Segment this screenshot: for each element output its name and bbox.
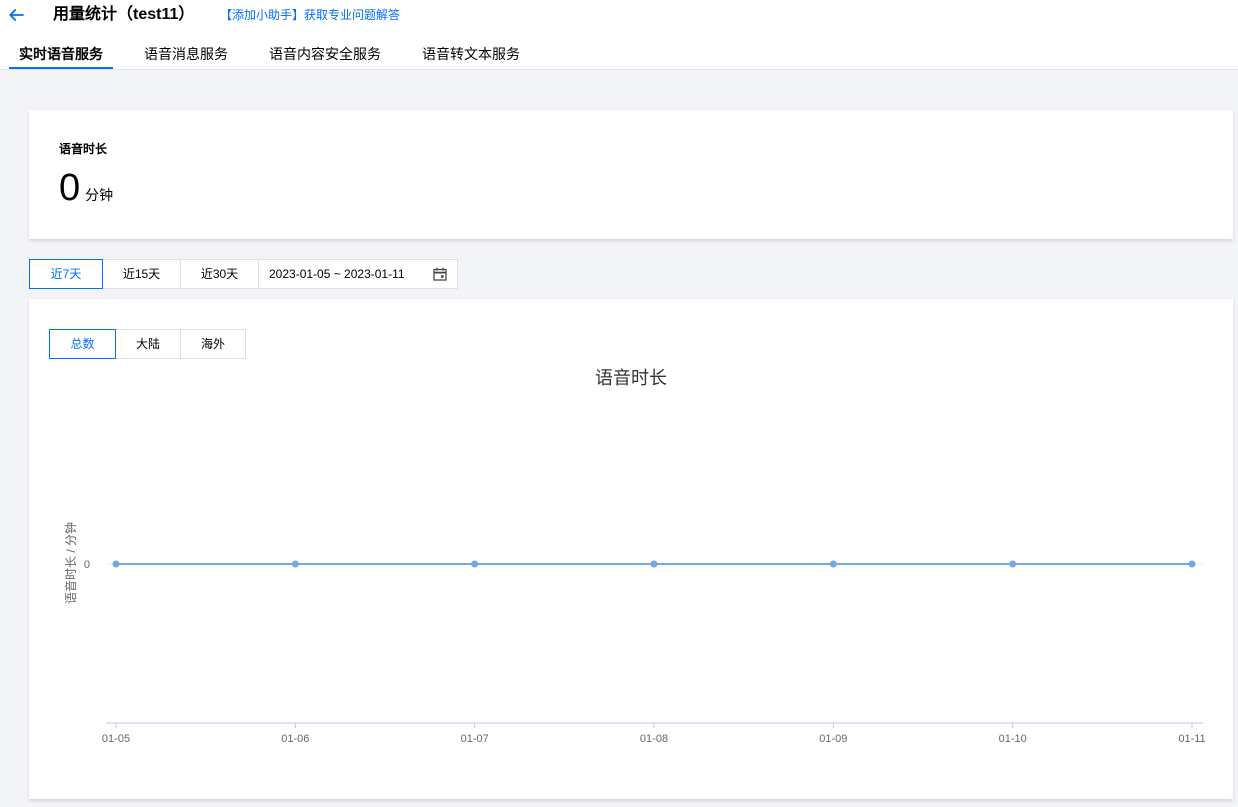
helper-link[interactable]: 【添加小助手】获取专业问题解答	[220, 7, 400, 23]
summary-label: 语音时长	[59, 142, 108, 156]
data-point[interactable]	[112, 560, 120, 568]
calendar-icon	[433, 267, 447, 281]
data-point[interactable]	[1188, 560, 1196, 568]
tab-voice-message[interactable]: 语音消息服务	[134, 41, 238, 69]
summary-value: 0	[59, 167, 81, 209]
summary-card: 语音时长 0 分钟	[29, 110, 1233, 239]
series	[112, 560, 1196, 568]
service-tabs: 实时语音服务 语音消息服务 语音内容安全服务 语音转文本服务	[9, 41, 530, 69]
range-7-days-button[interactable]: 近7天	[29, 259, 103, 289]
tab-speech-to-text[interactable]: 语音转文本服务	[412, 41, 530, 69]
data-point[interactable]	[291, 560, 299, 568]
x-axis-tick-label: 01-06	[281, 733, 309, 745]
region-overseas-button[interactable]: 海外	[180, 329, 246, 359]
y-axis-tick-label: 0	[84, 559, 90, 571]
region-mainland-button[interactable]: 大陆	[115, 329, 181, 359]
back-button[interactable]	[8, 7, 24, 23]
data-point[interactable]	[829, 560, 837, 568]
x-axis-tick-label: 01-07	[461, 733, 489, 745]
chart-card: 0 01-05 01-06 01-07 01-08 01-09 01-10 01-11 语音时…	[29, 299, 1233, 799]
x-axis-tick-label: 01-05	[102, 733, 130, 745]
axes: 0 01-05 01-06 01-07 01-08 01-09 01-10 01-11	[84, 559, 1206, 745]
page-header: 用量统计（test11） 【添加小助手】获取专业问题解答 实时语音服务 语音消息…	[0, 0, 1238, 70]
region-selector: 总数 大陆 海外	[49, 329, 246, 359]
x-axis-tick-label: 01-08	[640, 733, 668, 745]
usage-line-chart: 0 01-05 01-06 01-07 01-08 01-09 01-10 01-11 语音时…	[63, 368, 1206, 745]
region-total-button[interactable]: 总数	[49, 329, 116, 359]
data-point[interactable]	[650, 560, 658, 568]
date-range-value: 2023-01-05 ~ 2023-01-11	[269, 267, 405, 281]
data-point[interactable]	[1009, 560, 1017, 568]
tab-realtime-voice[interactable]: 实时语音服务	[9, 41, 113, 69]
x-axis-tick-label: 01-09	[819, 733, 847, 745]
date-range-picker[interactable]: 2023-01-05 ~ 2023-01-11	[258, 259, 458, 289]
x-axis-tick-label: 01-10	[999, 733, 1027, 745]
x-axis-tick-label: 01-11	[1178, 733, 1205, 745]
time-range-selector: 近7天 近15天 近30天 2023-01-05 ~ 2023-01-11	[29, 259, 458, 289]
chart-title: 语音时长	[595, 368, 667, 388]
data-point[interactable]	[471, 560, 479, 568]
tab-voice-content-security[interactable]: 语音内容安全服务	[259, 41, 391, 69]
range-15-days-button[interactable]: 近15天	[102, 259, 181, 289]
summary-unit: 分钟	[85, 187, 114, 203]
arrow-left-icon	[9, 9, 24, 21]
range-30-days-button[interactable]: 近30天	[180, 259, 259, 289]
y-axis-label: 语音时长 / 分钟	[63, 522, 78, 604]
page-title: 用量统计（test11）	[53, 6, 195, 23]
summary-value-row: 0 分钟	[59, 166, 113, 210]
